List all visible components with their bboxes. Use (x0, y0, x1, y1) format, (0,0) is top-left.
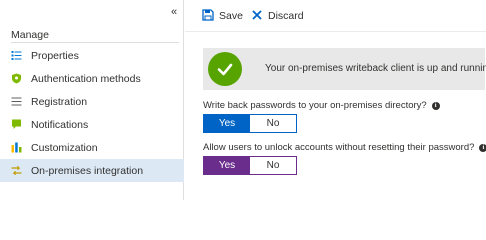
unlock-toggle: Yes No (203, 156, 297, 175)
save-icon (202, 8, 214, 24)
writeback-yes-option[interactable]: Yes (204, 115, 250, 132)
sidebar-item-on-premises-integration[interactable]: On-premises integration (0, 159, 184, 182)
info-icon[interactable]: i (479, 143, 486, 152)
section-divider (11, 42, 179, 43)
shield-icon (11, 73, 22, 84)
list-icon (11, 96, 22, 107)
collapse-sidebar-button[interactable]: « (171, 6, 177, 18)
status-message: Your on-premises writeback client is up … (265, 63, 486, 74)
sidebar-item-label: On-premises integration (31, 164, 144, 177)
sidebar: « Manage Properties Authentication metho… (0, 0, 184, 200)
sidebar-item-registration[interactable]: Registration (0, 90, 184, 113)
close-icon (251, 9, 263, 24)
toolbar: Save Discard (185, 0, 486, 32)
sidebar-item-label: Properties (31, 49, 79, 62)
sync-icon (11, 165, 22, 176)
sidebar-item-label: Registration (31, 95, 88, 108)
checkmark-icon (208, 52, 242, 86)
writeback-no-option[interactable]: No (250, 115, 296, 132)
info-icon[interactable]: i (431, 101, 440, 110)
writeback-question-text: Write back passwords to your on-premises… (203, 100, 427, 111)
sidebar-item-label: Authentication methods (31, 72, 141, 85)
bar-chart-icon (11, 142, 22, 153)
section-title-manage: Manage (11, 29, 49, 41)
save-button-label: Save (219, 10, 243, 22)
main-content: Save Discard Your on-premises writeback … (185, 0, 486, 200)
discard-button[interactable]: Discard (251, 9, 304, 23)
sidebar-item-authentication-methods[interactable]: Authentication methods (0, 67, 184, 90)
writeback-question: Write back passwords to your on-premises… (203, 100, 440, 111)
writeback-toggle: Yes No (203, 114, 297, 133)
sidebar-item-label: Notifications (31, 118, 89, 131)
notification-icon (11, 119, 22, 130)
discard-button-label: Discard (268, 10, 304, 22)
sidebar-item-customization[interactable]: Customization (0, 136, 184, 159)
sidebar-item-properties[interactable]: Properties (0, 44, 184, 67)
save-button[interactable]: Save (202, 8, 243, 24)
properties-icon (11, 50, 22, 61)
status-banner: Your on-premises writeback client is up … (203, 48, 486, 90)
sidebar-item-notifications[interactable]: Notifications (0, 113, 184, 136)
unlock-yes-option[interactable]: Yes (204, 157, 250, 174)
unlock-question-text: Allow users to unlock accounts without r… (203, 142, 475, 153)
unlock-no-option[interactable]: No (250, 157, 296, 174)
sidebar-item-label: Customization (31, 141, 98, 154)
unlock-question: Allow users to unlock accounts without r… (203, 142, 486, 153)
